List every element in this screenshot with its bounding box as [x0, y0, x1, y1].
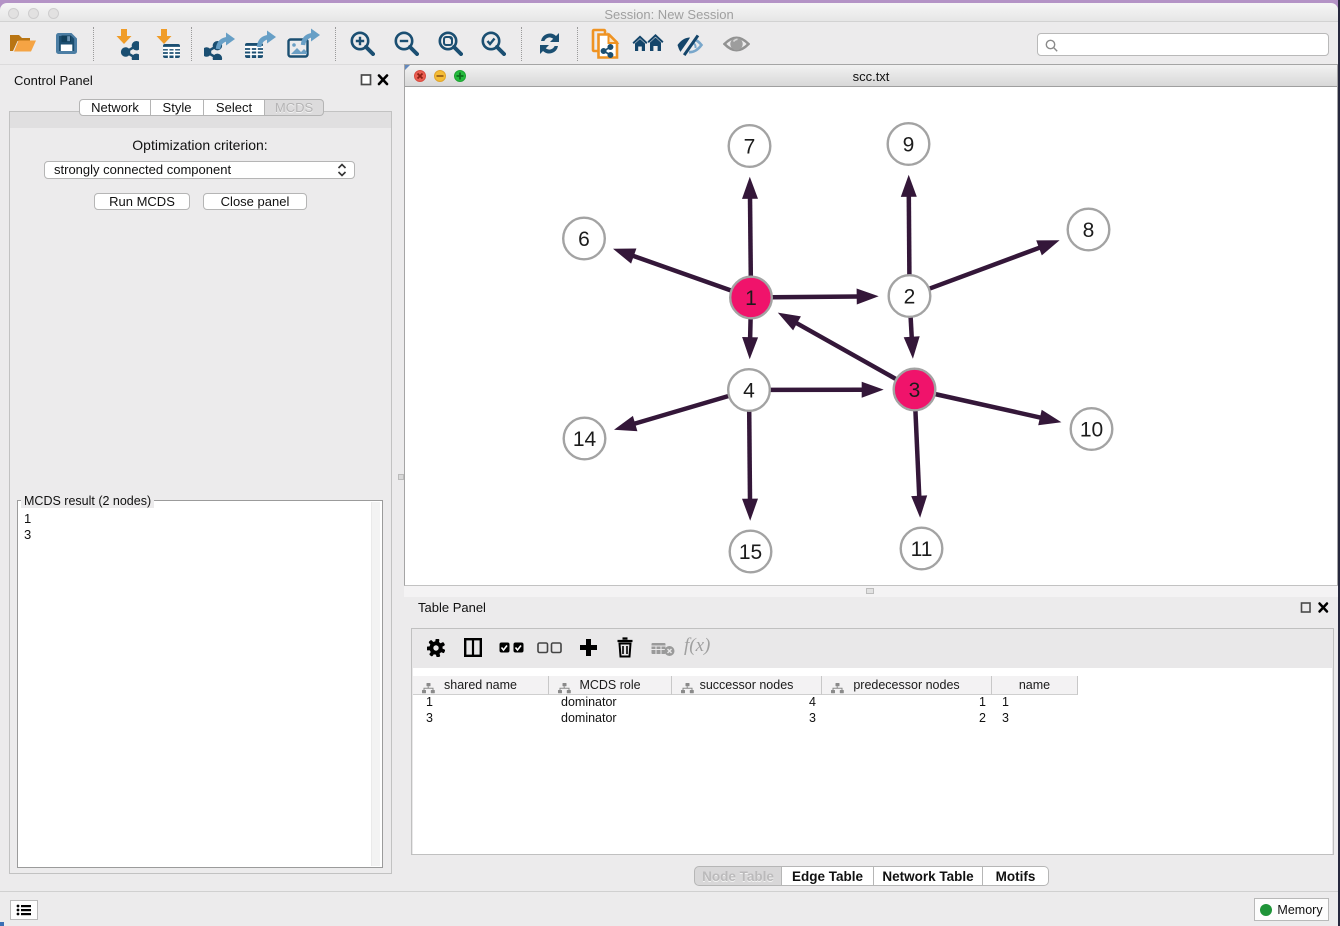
svg-text:6: 6 — [578, 228, 590, 251]
svg-text:10: 10 — [1080, 419, 1103, 442]
svg-text:11: 11 — [911, 538, 933, 561]
svg-text:1: 1 — [745, 287, 757, 310]
svg-text:7: 7 — [744, 136, 756, 159]
svg-text:8: 8 — [1083, 219, 1095, 242]
svg-text:2: 2 — [904, 286, 916, 309]
svg-text:15: 15 — [739, 541, 762, 564]
svg-text:14: 14 — [573, 428, 597, 451]
svg-text:9: 9 — [903, 134, 915, 157]
svg-text:4: 4 — [743, 380, 755, 403]
svg-text:3: 3 — [909, 379, 921, 402]
